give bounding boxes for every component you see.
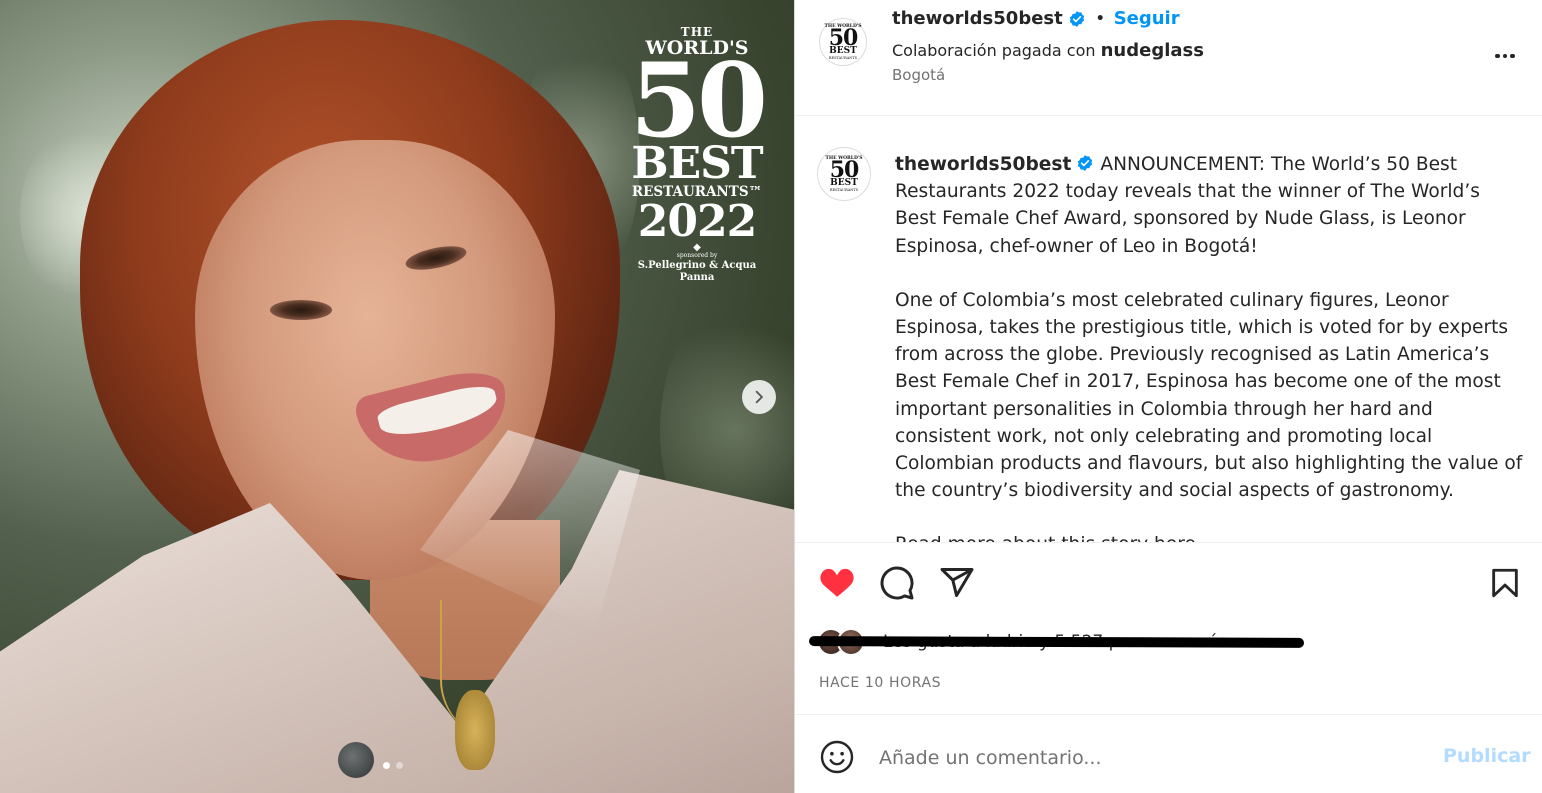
- likes-summary[interactable]: Les gusta a ladrio y 5.527 personas más: [808, 626, 1317, 660]
- post-header: THE WORLD'S 50 BEST RESTAURANTS theworld…: [795, 0, 1542, 116]
- photo-frog-pendant: [455, 690, 495, 770]
- avatar-logo-restaurants: RESTAURANTS: [828, 56, 858, 60]
- photo-shirt-button: [338, 742, 374, 778]
- avatar-logo-best: BEST: [830, 178, 858, 188]
- partner-username[interactable]: nudeglass: [1101, 40, 1204, 61]
- caption-author-avatar[interactable]: THE WORLD'S 50 BEST RESTAURANTS: [817, 147, 871, 201]
- post-location[interactable]: Bogotá: [892, 66, 945, 84]
- share-button[interactable]: [937, 563, 977, 603]
- more-dot-icon: [1510, 53, 1515, 59]
- share-icon: [940, 568, 974, 598]
- chevron-right-icon: [755, 390, 763, 404]
- more-options-button[interactable]: [1490, 44, 1520, 68]
- carousel-dot-active: [383, 762, 390, 769]
- logo-year: 2022: [637, 196, 757, 247]
- logo-sponsored-by: sponsored by: [676, 252, 718, 259]
- carousel-indicator: [383, 762, 403, 769]
- caption-paragraph: theworlds50best ANNOUNCEMENT: The World’s…: [895, 151, 1525, 260]
- header-separator: •: [1095, 10, 1105, 27]
- post-actions-bar: [795, 542, 1542, 622]
- logo-number: 50: [630, 41, 768, 161]
- logo-sponsor: S.Pellegrino & Acqua Panna: [637, 260, 757, 283]
- verified-badge-icon: [1076, 154, 1094, 172]
- verified-badge-icon: [1068, 10, 1086, 28]
- post-media-carousel[interactable]: THE WORLD'S 50 BEST RESTAURANTS™ 2022 ◆ …: [0, 0, 794, 793]
- carousel-next-button[interactable]: [742, 380, 776, 414]
- post-details-panel: THE WORLD'S 50 BEST RESTAURANTS theworld…: [794, 0, 1542, 793]
- avatar-logo-restaurants: RESTAURANTS: [829, 188, 859, 192]
- avatar-logo-number: 50: [829, 157, 860, 183]
- more-dot-icon: [1502, 53, 1508, 59]
- author-avatar[interactable]: THE WORLD'S 50 BEST RESTAURANTS: [819, 18, 867, 66]
- post-timestamp: HACE 10 HORAS: [819, 675, 942, 691]
- heart-icon: [820, 568, 854, 597]
- author-username[interactable]: theworlds50best: [892, 8, 1063, 29]
- paid-partnership-label: Colaboración pagada con: [892, 41, 1096, 60]
- caption-scroll-area[interactable]: THE WORLD'S 50 BEST RESTAURANTS theworld…: [795, 117, 1542, 542]
- follow-button[interactable]: Seguir: [1114, 8, 1180, 29]
- comment-button[interactable]: [877, 563, 917, 603]
- author-line: theworlds50best • Seguir: [892, 8, 1180, 29]
- avatar-logo-best: BEST: [829, 46, 857, 56]
- caption-username[interactable]: theworlds50best: [895, 154, 1071, 175]
- comment-bar: Publicar: [795, 714, 1542, 793]
- photo-eye: [270, 300, 332, 320]
- carousel-dot: [396, 762, 403, 769]
- emoji-button[interactable]: [819, 739, 855, 775]
- caption-text-3: Read more about this story here...: [895, 531, 1525, 542]
- publish-button[interactable]: Publicar: [1443, 745, 1531, 767]
- caption-text-2: One of Colombia’s most celebrated culina…: [895, 289, 1523, 502]
- redaction-bar: [808, 636, 1305, 648]
- emoji-icon: [820, 740, 854, 774]
- logo-best: BEST: [631, 138, 763, 189]
- worlds-50-best-logo: THE WORLD'S 50 BEST RESTAURANTS™ 2022 ◆ …: [626, 26, 768, 284]
- avatar-logo-number: 50: [828, 25, 859, 51]
- paid-partnership-line: Colaboración pagada con nudeglass: [892, 40, 1204, 61]
- post-caption: theworlds50best ANNOUNCEMENT: The World’s…: [895, 151, 1525, 542]
- comment-input[interactable]: [879, 743, 1419, 773]
- like-button[interactable]: [817, 563, 857, 603]
- comment-icon: [880, 566, 914, 600]
- save-button[interactable]: [1485, 563, 1525, 603]
- bookmark-icon: [1492, 568, 1518, 598]
- more-dot-icon: [1495, 53, 1500, 59]
